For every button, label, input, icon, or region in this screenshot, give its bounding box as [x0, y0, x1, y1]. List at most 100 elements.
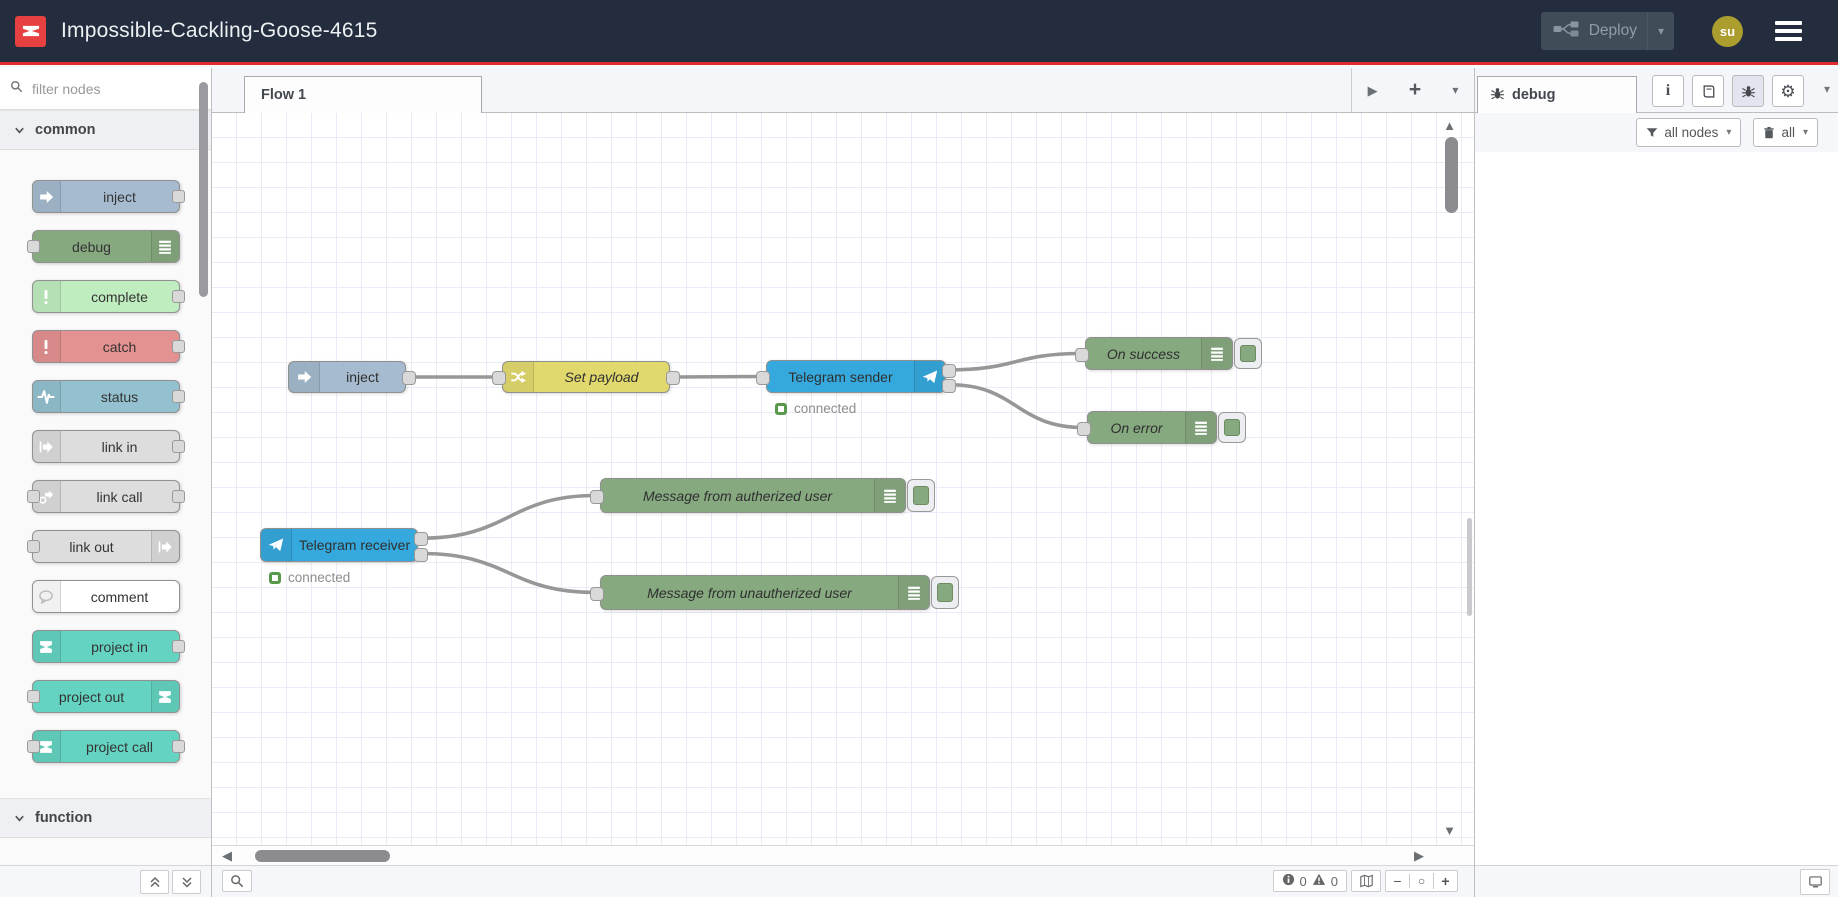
canvas-vscrollbar-thumb[interactable] [1445, 137, 1458, 213]
flow-node-set-payload[interactable]: Set payload [492, 361, 680, 393]
palette-node-complete[interactable]: complete [31, 280, 185, 313]
debug-sidebar: debug i ⚙ ▾ all nodes ▾ all ▾ [1474, 68, 1838, 897]
panel-scrollbar-thumb[interactable] [1467, 518, 1472, 616]
output-port[interactable] [171, 490, 185, 503]
output-port[interactable] [171, 640, 185, 653]
debug-enable-toggle[interactable] [1218, 412, 1246, 443]
palette-node-inject[interactable]: inject [31, 180, 185, 213]
project-mark-icon [32, 631, 61, 662]
output-port[interactable] [171, 190, 185, 203]
sidebar-menu-caret[interactable]: ▾ [1824, 82, 1830, 96]
output-port-0[interactable] [402, 371, 416, 385]
palette-scrollbar-thumb[interactable] [199, 82, 208, 297]
flow-node-msg-auth[interactable]: Message from autherized user [590, 478, 935, 513]
open-in-window-button[interactable] [1800, 868, 1830, 895]
wire-set-payload-to-telegram-sender[interactable] [672, 374, 764, 379]
output-port-0[interactable] [414, 532, 428, 547]
output-port[interactable] [171, 440, 185, 453]
wire-telegram-receiver-to-msg-auth[interactable] [420, 493, 598, 540]
deploy-options-caret[interactable]: ▾ [1646, 12, 1674, 50]
palette-node-link-out[interactable]: link out [26, 530, 180, 563]
zoom-out-button[interactable]: − [1386, 873, 1409, 889]
add-flow-button[interactable]: + [1409, 78, 1421, 102]
input-port[interactable] [26, 690, 40, 703]
help-tab-button[interactable] [1692, 75, 1724, 107]
palette-collapse-all-button[interactable] [140, 869, 169, 894]
navigator-button[interactable] [1351, 870, 1381, 892]
output-port-1[interactable] [414, 547, 428, 562]
zoom-in-button[interactable]: + [1433, 873, 1457, 889]
flow-node-inject[interactable]: inject [265, 361, 416, 394]
link-arrow-icon [32, 431, 61, 462]
flow-node-on-error[interactable]: On error [1077, 411, 1246, 444]
canvas-hscrollbar-thumb[interactable] [255, 850, 390, 862]
palette-node-comment[interactable]: comment [31, 580, 180, 613]
tab-debug[interactable]: debug [1477, 76, 1637, 113]
palette-expand-all-button[interactable] [172, 869, 201, 894]
wire-telegram-receiver-to-msg-unauth[interactable] [420, 551, 598, 595]
main-menu-icon[interactable] [1775, 21, 1802, 41]
input-port[interactable] [756, 370, 770, 385]
input-port[interactable] [26, 240, 40, 253]
config-tab-button[interactable]: ⚙ [1772, 75, 1804, 107]
input-port[interactable] [590, 586, 604, 601]
input-port[interactable] [590, 489, 604, 504]
output-port[interactable] [171, 390, 185, 403]
palette-node-link-call[interactable]: link call [26, 480, 185, 513]
input-port[interactable] [26, 740, 40, 753]
flow-menu-caret[interactable]: ▾ [1452, 83, 1458, 97]
output-port-1[interactable] [942, 378, 956, 393]
debug-enable-toggle[interactable] [907, 479, 935, 512]
output-port[interactable] [171, 340, 185, 353]
output-port[interactable] [171, 740, 185, 753]
debug-list-icon [874, 479, 905, 512]
input-port[interactable] [1075, 347, 1089, 362]
input-port[interactable] [1077, 421, 1091, 436]
palette-category-header-function[interactable]: function [0, 798, 211, 838]
zoom-reset-button[interactable]: ○ [1409, 874, 1433, 888]
canvas-scroll-right-icon[interactable]: ▶ [1414, 849, 1424, 862]
input-port[interactable] [26, 490, 40, 503]
flow-node-telegram-receiver[interactable]: Telegram receiver connected [260, 528, 428, 585]
palette-category-header-common[interactable]: common [0, 110, 211, 150]
palette-node-label: debug [72, 238, 111, 255]
output-port-0[interactable] [666, 371, 680, 385]
palette-filter-input[interactable] [30, 79, 184, 98]
palette-node-project-out[interactable]: project out [26, 680, 180, 713]
output-port-0[interactable] [942, 363, 956, 378]
canvas-scroll-up-icon[interactable]: ▲ [1443, 119, 1456, 132]
output-port[interactable] [171, 290, 185, 303]
palette-node-project-call[interactable]: project call [26, 730, 185, 763]
palette-node-status[interactable]: status [31, 380, 185, 413]
palette-node-link-in[interactable]: link in [31, 430, 185, 463]
palette-node-catch[interactable]: catch [31, 330, 185, 363]
palette-node-project-in[interactable]: project in [31, 630, 185, 663]
wire-telegram-sender-to-on-success[interactable] [948, 351, 1083, 372]
wire-telegram-sender-to-on-error[interactable] [948, 382, 1085, 430]
input-port[interactable] [492, 371, 506, 385]
canvas-scroll-left-icon[interactable]: ◀ [222, 849, 232, 862]
input-port[interactable] [26, 540, 40, 553]
tab-flow-1[interactable]: Flow 1 [244, 76, 482, 113]
flow-node-telegram-sender[interactable]: Telegram sender connected [756, 360, 956, 416]
debug-enable-toggle[interactable] [931, 576, 959, 609]
flow-canvas[interactable]: ▲ ▼ inject Set payload Telegram sender conn… [212, 113, 1474, 845]
deploy-icon [1553, 21, 1579, 42]
debug-filter-button[interactable]: all nodes ▾ [1636, 118, 1742, 147]
debug-clear-button[interactable]: all ▾ [1753, 118, 1818, 147]
flow-node-on-success[interactable]: On success [1075, 337, 1262, 370]
flow-status-counts[interactable]: 0 0 [1272, 870, 1347, 892]
avatar[interactable]: su [1712, 15, 1743, 47]
flow-list-icon[interactable]: ▶ [1368, 84, 1378, 97]
debug-enable-toggle[interactable] [1234, 338, 1262, 369]
flow-node-msg-unauth[interactable]: Message from unautherized user [590, 575, 959, 610]
debug-messages-panel[interactable] [1475, 152, 1838, 865]
info-tab-button[interactable]: i [1652, 75, 1684, 107]
palette: common inject debug complete catch status link… [0, 68, 212, 897]
debug-tab-button[interactable] [1732, 75, 1764, 107]
canvas-scroll-down-icon[interactable]: ▼ [1443, 824, 1456, 837]
canvas-search-button[interactable] [222, 870, 252, 892]
deploy-button[interactable]: Deploy ▾ [1540, 12, 1674, 50]
palette-node-debug[interactable]: debug [26, 230, 180, 263]
node-status: connected [775, 401, 856, 416]
